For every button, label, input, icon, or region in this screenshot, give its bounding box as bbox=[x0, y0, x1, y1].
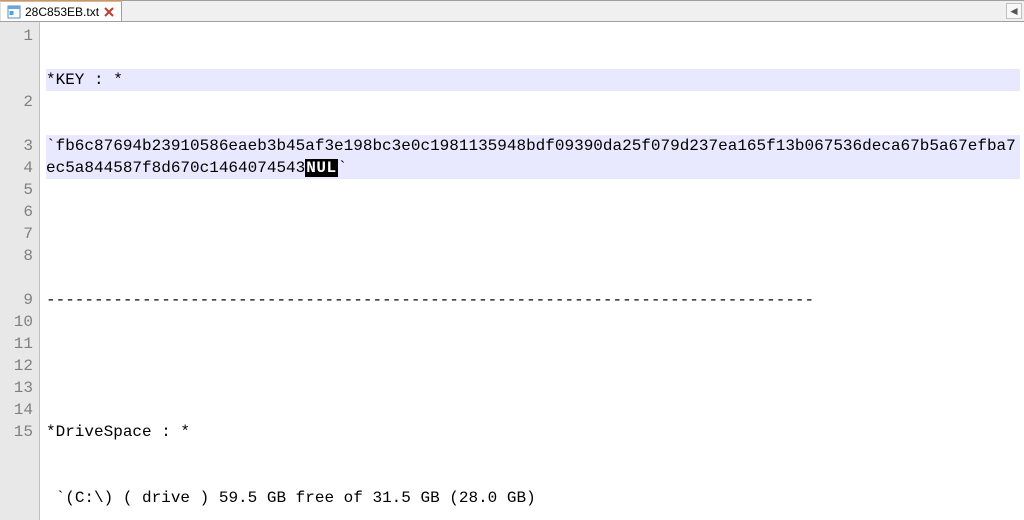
line-number: 11 bbox=[0, 333, 33, 355]
code-line[interactable]: ----------------------------------------… bbox=[46, 289, 1020, 311]
line-number: 8 bbox=[0, 245, 33, 289]
editor-content[interactable]: *KEY : * `fb6c87694b23910586eaeb3b45af3e… bbox=[40, 22, 1024, 520]
tab-filename: 28C853EB.txt bbox=[25, 5, 99, 19]
line-number: 1 bbox=[0, 25, 33, 91]
code-line[interactable]: `fb6c87694b23910586eaeb3b45af3e198bc3e0c… bbox=[46, 135, 1020, 179]
line-number: 2 bbox=[0, 91, 33, 135]
code-text: ----------------------------------------… bbox=[46, 291, 814, 309]
code-line[interactable] bbox=[46, 223, 1020, 245]
code-text: *KEY : * bbox=[46, 71, 123, 89]
line-number: 3 bbox=[0, 135, 33, 157]
tab-bar: 28C853EB.txt ◄ bbox=[0, 0, 1024, 22]
file-icon bbox=[7, 5, 21, 19]
line-number: 4 bbox=[0, 157, 33, 179]
scroll-left-icon[interactable]: ◄ bbox=[1006, 3, 1022, 19]
code-line[interactable]: *KEY : * bbox=[46, 69, 1020, 91]
line-number: 7 bbox=[0, 223, 33, 245]
line-number: 5 bbox=[0, 179, 33, 201]
line-gutter: 1 2 3 4 5 6 7 8 9 10 11 12 13 14 15 bbox=[0, 22, 40, 520]
editor-area[interactable]: 1 2 3 4 5 6 7 8 9 10 11 12 13 14 15 *KEY… bbox=[0, 22, 1024, 520]
line-number: 12 bbox=[0, 355, 33, 377]
code-line[interactable] bbox=[46, 355, 1020, 377]
nul-marker: NUL bbox=[305, 159, 337, 177]
line-number: 6 bbox=[0, 201, 33, 223]
line-number: 9 bbox=[0, 289, 33, 311]
code-text: `fb6c87694b23910586eaeb3b45af3e198bc3e0c… bbox=[46, 137, 1016, 177]
close-icon[interactable] bbox=[103, 6, 115, 18]
line-number: 13 bbox=[0, 377, 33, 399]
code-line[interactable]: `(C:\) ( drive ) 59.5 GB free of 31.5 GB… bbox=[46, 487, 1020, 509]
code-line[interactable]: *DriveSpace : * bbox=[46, 421, 1020, 443]
code-text: ` bbox=[338, 159, 348, 177]
tab-file[interactable]: 28C853EB.txt bbox=[0, 1, 122, 21]
line-number: 15 bbox=[0, 421, 33, 443]
line-number: 10 bbox=[0, 311, 33, 333]
line-number: 14 bbox=[0, 399, 33, 421]
